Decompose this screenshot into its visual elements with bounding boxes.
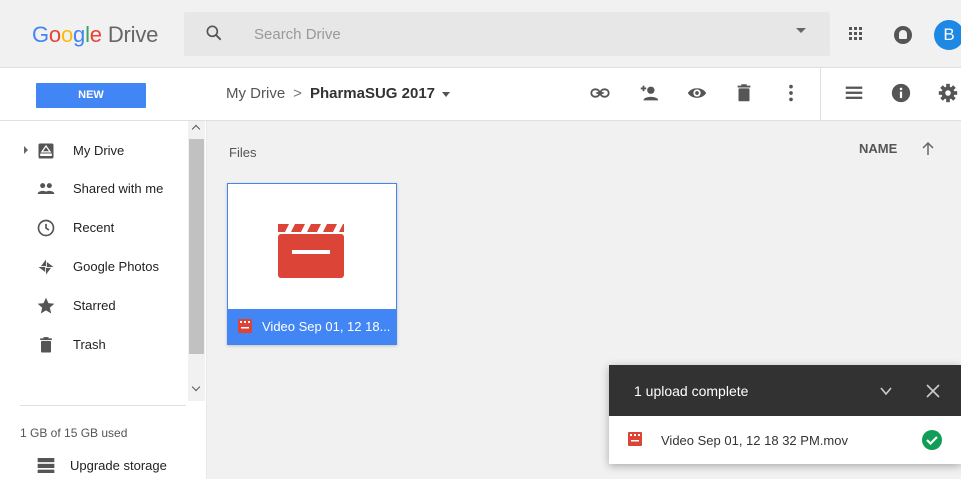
sidebar-item-label: My Drive [73, 143, 125, 158]
info-icon[interactable] [890, 82, 912, 104]
file-name: Video Sep 01, 12 18... [262, 319, 391, 334]
video-file-icon [238, 319, 252, 333]
search-icon[interactable] [204, 23, 224, 43]
more-vert-icon[interactable] [780, 82, 802, 104]
upload-item-row[interactable]: Video Sep 01, 12 18 32 PM.mov [609, 416, 961, 464]
video-file-icon [628, 432, 642, 446]
storage-usage: 1 GB of 15 GB used [20, 426, 128, 440]
folder-menu-dropdown-icon[interactable] [442, 91, 451, 97]
star-icon [37, 297, 55, 314]
sidebar-item-shared-with-me[interactable]: Shared with me [0, 169, 188, 208]
trash-icon[interactable] [733, 82, 755, 104]
sidebar-item-label: Google Photos [73, 259, 160, 274]
video-file-icon [278, 224, 344, 278]
logo-drive-text: Drive [107, 22, 159, 47]
sidebar-item-google-photos[interactable]: Google Photos [0, 247, 188, 286]
upload-panel-header: 1 upload complete [609, 365, 961, 416]
new-button[interactable]: NEW [36, 83, 146, 108]
photos-pinwheel-icon [38, 259, 54, 275]
close-icon[interactable] [925, 383, 941, 399]
account-avatar[interactable]: B [934, 20, 961, 50]
sidebar-item-label: Trash [73, 337, 106, 352]
sidebar: My Drive Shared with me Recent Google Ph… [0, 121, 207, 479]
sidebar-scrollbar[interactable] [188, 121, 205, 401]
sidebar-item-starred[interactable]: Starred [0, 286, 188, 325]
file-name-bar[interactable]: Video Sep 01, 12 18... [228, 309, 396, 344]
uploaded-file-name: Video Sep 01, 12 18 32 PM.mov [661, 433, 848, 448]
file-thumbnail[interactable] [228, 184, 396, 309]
notifications-bell-icon[interactable] [894, 26, 912, 44]
sidebar-item-recent[interactable]: Recent [0, 208, 188, 247]
storage-icon [37, 458, 55, 473]
google-drive-logo[interactable]: Google Drive [32, 22, 158, 48]
search-options-dropdown-icon[interactable] [796, 28, 806, 33]
sort-ascending-arrow-icon[interactable] [921, 140, 935, 156]
breadcrumb-my-drive[interactable]: My Drive [226, 85, 285, 102]
breadcrumb: My Drive > PharmaSUG 2017 [226, 85, 451, 102]
toolbar-divider [820, 68, 821, 121]
action-bar: NEW My Drive > PharmaSUG 2017 [0, 68, 961, 121]
search-input[interactable] [254, 22, 774, 46]
my-drive-icon [38, 143, 54, 159]
google-drive-app: GoogleDrive B NEW My Drive > PharmaSUG 201… [0, 0, 961, 479]
clock-icon [37, 219, 55, 237]
upload-status-panel: 1 upload complete Video Sep 01, 12 18 32… [609, 365, 961, 464]
search-box[interactable] [184, 12, 830, 56]
breadcrumb-current-folder[interactable]: PharmaSUG 2017 [310, 85, 435, 102]
breadcrumb-separator: > [293, 85, 302, 102]
list-view-icon[interactable] [843, 82, 865, 104]
scrollbar-thumb[interactable] [189, 139, 204, 354]
sidebar-item-label: Recent [73, 220, 115, 235]
settings-icon[interactable] [937, 82, 959, 104]
sidebar-item-label: Shared with me [73, 181, 164, 196]
scroll-down-arrow-icon[interactable] [191, 382, 201, 392]
upgrade-storage-label: Upgrade storage [70, 458, 167, 473]
files-section-label: Files [229, 145, 257, 160]
upload-status-title: 1 upload complete [634, 383, 749, 399]
sidebar-item-label: Starred [73, 298, 116, 313]
trash-icon [40, 337, 52, 353]
link-icon[interactable] [589, 82, 611, 104]
check-circle-icon [922, 430, 942, 450]
shared-people-icon [37, 183, 55, 194]
expand-arrow-icon[interactable] [24, 146, 28, 154]
file-card[interactable]: Video Sep 01, 12 18... [227, 183, 397, 345]
chevron-down-icon[interactable] [880, 385, 892, 397]
top-bar: GoogleDrive B [0, 0, 961, 68]
sidebar-item-my-drive[interactable]: My Drive [0, 131, 188, 170]
sidebar-divider [20, 405, 186, 406]
scroll-up-arrow-icon[interactable] [191, 124, 201, 134]
eye-icon[interactable] [686, 82, 708, 104]
add-person-icon[interactable] [638, 82, 660, 104]
sort-by-name-button[interactable]: NAME [859, 141, 897, 156]
sidebar-item-trash[interactable]: Trash [0, 325, 188, 364]
apps-grid-icon[interactable] [849, 27, 863, 41]
upgrade-storage-link[interactable]: Upgrade storage [36, 456, 196, 476]
